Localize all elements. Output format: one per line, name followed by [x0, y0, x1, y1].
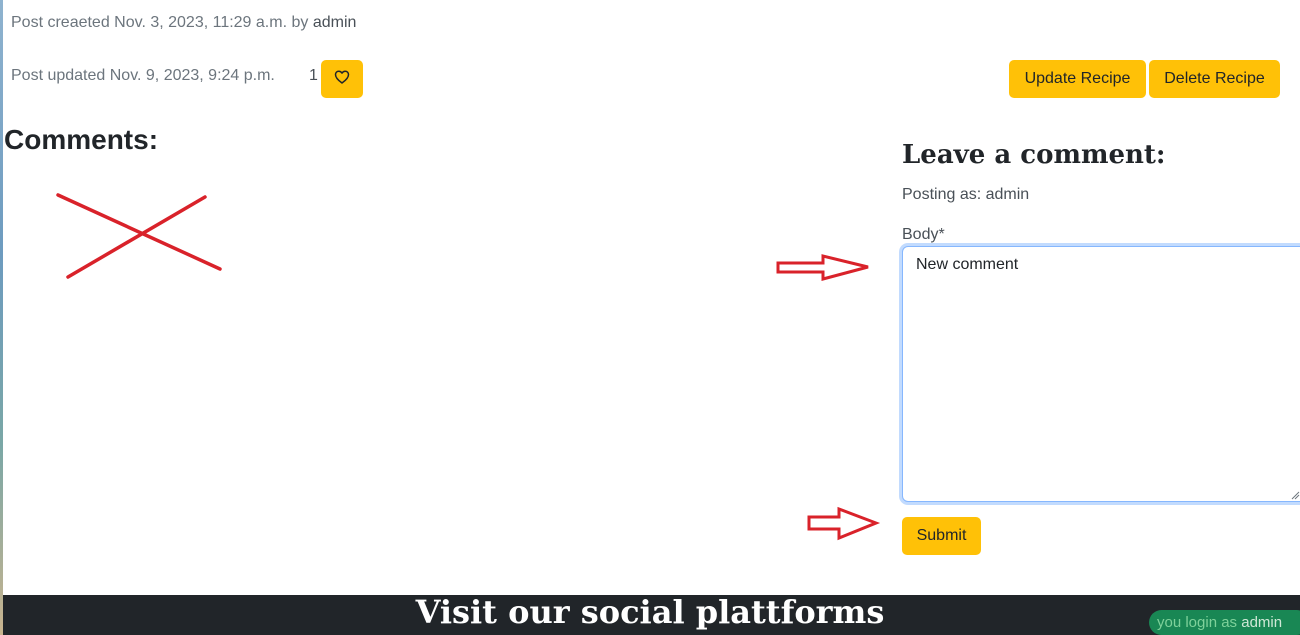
resize-grip-icon[interactable]	[1290, 490, 1300, 500]
heart-outline-icon	[334, 69, 350, 90]
delete-recipe-button[interactable]: Delete Recipe	[1149, 60, 1280, 98]
login-user: admin	[1241, 614, 1283, 631]
update-recipe-button[interactable]: Update Recipe	[1009, 60, 1146, 98]
footer-title: Visit our social plattforms	[415, 593, 885, 631]
posting-as-text: Posting as: admin	[902, 186, 1030, 203]
post-author: admin	[312, 14, 357, 31]
red-arrow-annotation-submit	[807, 506, 881, 541]
post-created-text: Post creaeted Nov. 3, 2023, 11:29 a.m. b…	[11, 14, 313, 31]
submit-button[interactable]: Submit	[902, 517, 981, 555]
window-edge	[0, 0, 3, 635]
red-arrow-annotation-textarea	[776, 254, 869, 281]
page: Post creaeted Nov. 3, 2023, 11:29 a.m. b…	[0, 0, 1300, 635]
footer-title-wrap: Visit our social plattforms	[0, 595, 1300, 635]
leave-comment-heading: Leave a comment:	[902, 140, 1166, 170]
body-label: Body*	[902, 226, 945, 243]
comments-heading: Comments:	[4, 124, 159, 155]
like-count: 1	[309, 67, 318, 84]
post-created-meta: Post creaeted Nov. 3, 2023, 11:29 a.m. b…	[11, 14, 356, 32]
red-cross-annotation	[56, 193, 222, 279]
login-status-text: you login as	[1157, 614, 1242, 631]
post-updated-meta: Post updated Nov. 9, 2023, 9:24 p.m.	[11, 67, 275, 84]
like-button[interactable]	[321, 60, 363, 98]
comment-body-textarea[interactable]	[902, 246, 1300, 502]
login-status-badge: you login as admin	[1149, 610, 1300, 635]
